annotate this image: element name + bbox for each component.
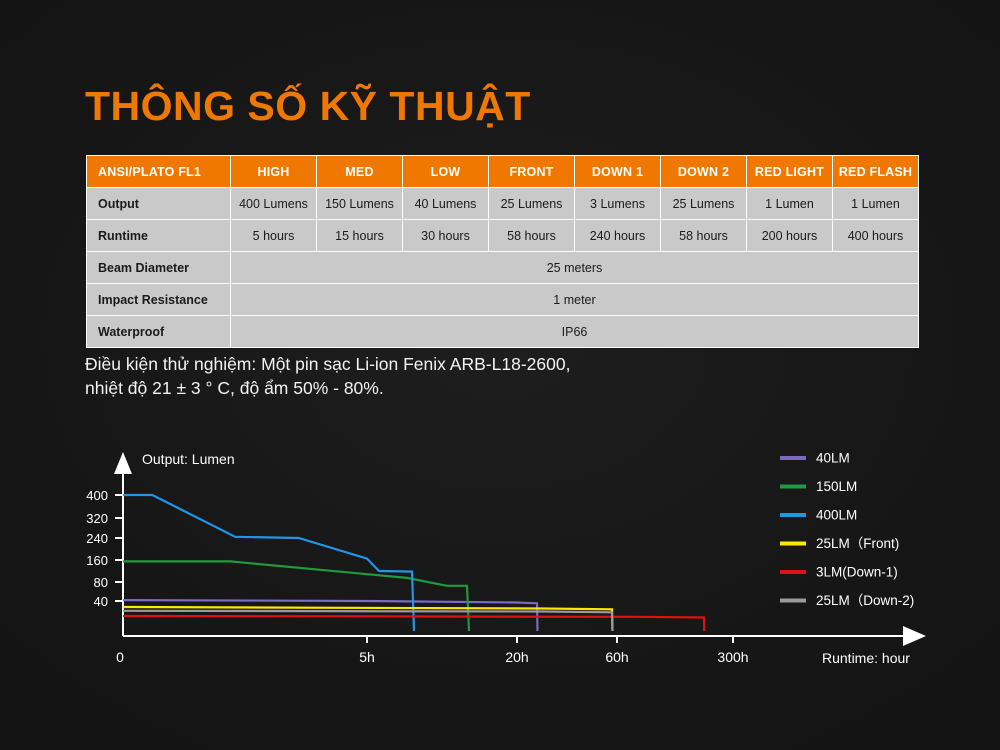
table-header-cell-0: ANSI/PLATO FL1 [86,155,231,188]
y-axis-ticks: 40 80 160 240 320 400 [86,488,123,609]
table-header-cell-3: LOW [402,155,489,188]
legend-label: 40LM [816,451,850,466]
page-title: THÔNG SỐ KỸ THUẬT [85,83,531,129]
cell-runtime-redflash: 400 hours [832,219,919,252]
legend-label: 400LM [816,508,857,523]
y-tick-label: 80 [94,575,108,590]
y-tick-label: 400 [86,488,108,503]
cell-runtime-down2: 58 hours [660,219,747,252]
legend-label: 25LM（Down-2) [816,593,914,608]
y-axis [114,452,132,636]
table-row-impact-resistance: Impact Resistance 1 meter [86,283,919,316]
table-header-cell-1: HIGH [230,155,317,188]
cell-runtime-low: 30 hours [402,219,489,252]
test-note-line-2: nhiệt độ 21 ± 3 ° C, độ ẩm 50% - 80%. [85,378,384,398]
cell-beam-diameter-value: 25 meters [230,251,919,284]
x-tick-label: 20h [505,649,528,665]
cell-output-redflash: 1 Lumen [832,187,919,220]
y-tick-label: 240 [86,531,108,546]
table-header-cell-4: FRONT [488,155,575,188]
cell-waterproof-value: IP66 [230,315,919,348]
legend-label: 3LM(Down-1) [816,565,898,580]
x-axis [123,626,926,646]
cell-runtime-high: 5 hours [230,219,317,252]
y-tick-label: 40 [94,594,108,609]
cell-output-med: 150 Lumens [316,187,403,220]
table-header-cell-6: DOWN 2 [660,155,747,188]
cell-impact-resistance-value: 1 meter [230,283,919,316]
row-label-beam-diameter: Beam Diameter [86,251,231,284]
x-tick-label: 0 [116,649,124,665]
table-header-cell-7: RED LIGHT [746,155,833,188]
test-conditions-note: Điều kiện thử nghiệm: Một pin sạc Li-ion… [85,352,785,400]
cell-runtime-down1: 240 hours [574,219,661,252]
cell-runtime-redlight: 200 hours [746,219,833,252]
legend-label: 25LM（Front) [816,536,899,551]
row-label-waterproof: Waterproof [86,315,231,348]
x-tick-label: 60h [605,649,628,665]
row-label-runtime: Runtime [86,219,231,252]
y-tick-label: 320 [86,511,108,526]
cell-runtime-med: 15 hours [316,219,403,252]
cell-output-redlight: 1 Lumen [746,187,833,220]
cell-runtime-front: 58 hours [488,219,575,252]
y-axis-caption: Output: Lumen [142,451,235,467]
x-tick-label: 5h [359,649,375,665]
cell-output-front: 25 Lumens [488,187,575,220]
table-header-row: ANSI/PLATO FL1 HIGH MED LOW FRONT DOWN 1… [86,155,919,188]
cell-output-down2: 25 Lumens [660,187,747,220]
cell-output-high: 400 Lumens [230,187,317,220]
table-row-output: Output 400 Lumens 150 Lumens 40 Lumens 2… [86,187,919,220]
chart-series-group [122,493,706,632]
table-row-waterproof: Waterproof IP66 [86,315,919,348]
table-header-cell-8: RED FLASH [832,155,919,188]
x-tick-label: 300h [717,649,748,665]
series-line-150lm [123,560,471,632]
table-header-cell-5: DOWN 1 [574,155,661,188]
x-axis-caption: Runtime: hour [822,650,910,666]
table-row-runtime: Runtime 5 hours 15 hours 30 hours 58 hou… [86,219,919,252]
row-label-output: Output [86,187,231,220]
table-row-beam-diameter: Beam Diameter 25 meters [86,251,919,284]
y-tick-label: 160 [86,553,108,568]
row-label-impact-resistance: Impact Resistance [86,283,231,316]
table-header-cell-2: MED [316,155,403,188]
runtime-output-chart: 40 80 160 240 320 400 0 5h 20h 60h 300h Output: L… [0,440,1000,680]
chart-legend: 40LM 150LM 400LM 25LM（Front) 3LM(Down-1) 25LM… [780,451,914,608]
cell-output-low: 40 Lumens [402,187,489,220]
cell-output-down1: 3 Lumens [574,187,661,220]
legend-label: 150LM [816,479,857,494]
series-line-25lmdown-2 [122,609,614,632]
test-note-line-1: Điều kiện thử nghiệm: Một pin sạc Li-ion… [85,354,571,374]
specification-table: ANSI/PLATO FL1 HIGH MED LOW FRONT DOWN 1… [86,155,919,348]
x-axis-ticks: 0 5h 20h 60h 300h [116,636,749,665]
